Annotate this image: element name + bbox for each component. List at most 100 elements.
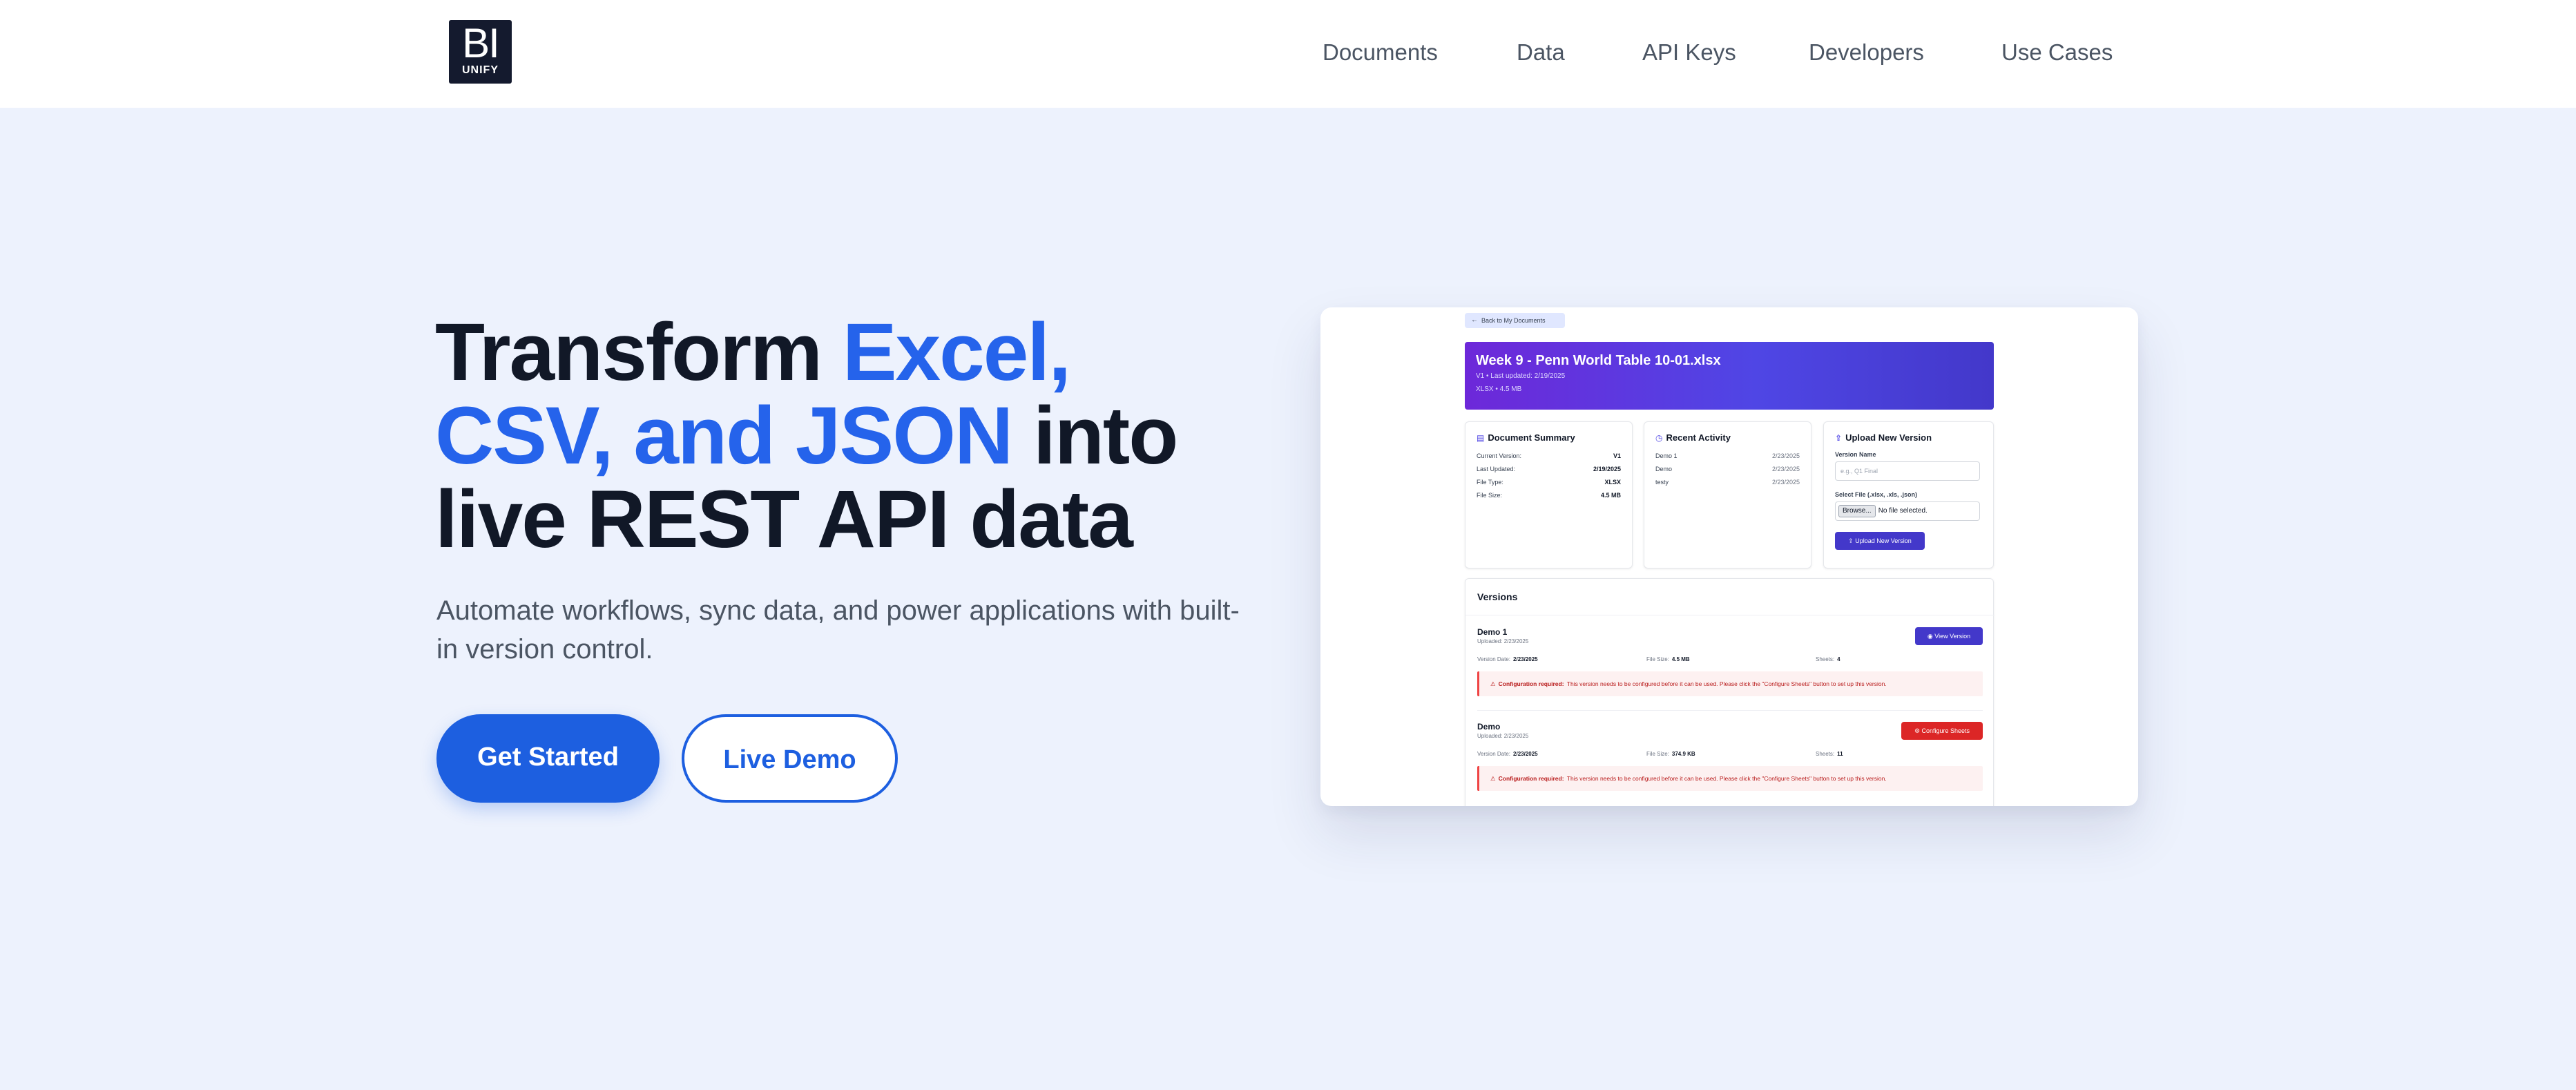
versions-title: Versions: [1477, 591, 1518, 602]
back-link-label: Back to My Documents: [1481, 317, 1546, 324]
live-demo-button[interactable]: Live Demo: [682, 714, 898, 803]
alert-text: This version needs to be configured befo…: [1566, 775, 1887, 782]
warning-icon: ⚠: [1490, 775, 1496, 782]
nav-api-keys[interactable]: API Keys: [1642, 37, 1736, 68]
top-navbar: BI UNIFY Documents Data API Keys Develop…: [0, 0, 2576, 108]
summary-value: 4.5 MB: [1600, 492, 1621, 499]
gear-icon: ⚙: [1914, 727, 1922, 734]
version-uploaded: Uploaded: 2/23/2025: [1477, 638, 1529, 644]
document-summary-card: ▤ Document Summary Current Version: V1 Las…: [1465, 421, 1633, 568]
hero-subtitle: Automate workflows, sync data, and power…: [436, 595, 1240, 664]
version-name: Demo: [1477, 722, 1501, 732]
version-uploaded: Uploaded: 2/23/2025: [1477, 733, 1529, 739]
summary-row: Current Version: V1: [1477, 450, 1621, 463]
file-size-label: File Size:: [1646, 751, 1669, 757]
get-started-button[interactable]: Get Started: [436, 714, 660, 803]
sheets-label: Sheets:: [1816, 751, 1835, 757]
version-row: Demo 1 Uploaded: 2/23/2025 ◉ View Versio…: [1477, 627, 1983, 717]
alert-title: Configuration required:: [1498, 680, 1564, 687]
summary-label: File Size:: [1477, 492, 1503, 499]
nav-developers[interactable]: Developers: [1809, 37, 1924, 68]
app-preview-screenshot: ← Back to My Documents Week 9 - Penn Wor…: [1320, 307, 2138, 806]
summary-label: File Type:: [1477, 479, 1503, 486]
sheets-stat: Sheets: 11: [1816, 751, 1843, 757]
view-version-label: View Version: [1934, 633, 1971, 640]
nav-data[interactable]: Data: [1517, 37, 1565, 68]
document-meta-type: XLSX • 4.5 MB: [1476, 385, 1522, 393]
sheets-label: Sheets:: [1816, 656, 1835, 662]
version-name: Demo 1: [1477, 627, 1508, 637]
activity-row: Demo 1 2/23/2025: [1655, 450, 1800, 463]
summary-value: V1: [1613, 452, 1621, 459]
view-version-button: ◉ View Version: [1915, 627, 1983, 645]
summary-label: Last Updated:: [1477, 466, 1516, 472]
nav-documents[interactable]: Documents: [1323, 37, 1438, 68]
version-date-value: 2/23/2025: [1513, 751, 1538, 757]
no-file-text: No file selected.: [1878, 507, 1928, 515]
document-header: Week 9 - Penn World Table 10-01.xlsx V1 …: [1465, 342, 1994, 410]
version-date-stat: Version Date: 2/23/2025: [1477, 656, 1538, 662]
versions-panel: Versions Demo 1 Uploaded: 2/23/2025 ◉ Vi…: [1465, 578, 1995, 806]
activity-date: 2/23/2025: [1771, 466, 1800, 472]
summary-row: File Size: 4.5 MB: [1477, 489, 1621, 502]
clock-icon: ◷: [1655, 433, 1663, 443]
upload-new-version-button: ⇪ Upload New Version: [1835, 532, 1925, 550]
file-size-value: 4.5 MB: [1671, 656, 1690, 662]
back-to-documents-link: ← Back to My Documents: [1465, 313, 1565, 328]
bi-unify-logo[interactable]: BI UNIFY: [449, 20, 512, 84]
summary-label: Current Version:: [1477, 452, 1522, 459]
sheets-value: 4: [1837, 656, 1840, 662]
recent-activity-card: ◷ Recent Activity Demo 1 2/23/2025 Demo 2/2…: [1644, 421, 1811, 568]
file-size-value: 374.9 KB: [1671, 751, 1695, 757]
version-date-value: 2/23/2025: [1513, 656, 1538, 662]
file-size-stat: File Size: 374.9 KB: [1646, 751, 1695, 757]
document-meta-version: V1 • Last updated: 2/19/2025: [1476, 372, 1566, 380]
eye-icon: ◉: [1927, 633, 1935, 640]
hero-title-part1: Transform: [435, 307, 843, 398]
upload-card-title: Upload New Version: [1845, 432, 1932, 443]
version-name-label: Version Name: [1835, 451, 1876, 458]
configuration-alert: ⚠ Configuration required: This version ne…: [1477, 766, 1983, 791]
version-date-label: Version Date:: [1477, 751, 1511, 757]
document-icon: ▤: [1477, 433, 1485, 443]
divider: [1477, 710, 1983, 711]
activity-row: testy 2/23/2025: [1655, 476, 1800, 489]
file-size-label: File Size:: [1646, 656, 1669, 662]
upload-icon: ⇪: [1835, 433, 1843, 443]
summary-row: Last Updated: 2/19/2025: [1477, 463, 1621, 476]
version-date-label: Version Date:: [1477, 656, 1511, 662]
upload-button-label: Upload New Version: [1855, 537, 1912, 544]
upload-icon: ⇪: [1848, 537, 1856, 544]
version-row: Demo Uploaded: 2/23/2025 ⚙ Configure She…: [1477, 722, 1983, 806]
logo-unify-text: UNIFY: [462, 64, 499, 76]
nav-use-cases[interactable]: Use Cases: [2001, 37, 2113, 68]
hero-title: Transform Excel, CSV, and JSON into live…: [435, 311, 1264, 562]
configure-sheets-button: ⚙ Configure Sheets: [1901, 722, 1983, 740]
sheets-value: 11: [1837, 751, 1843, 757]
summary-row: File Type: XLSX: [1477, 476, 1621, 489]
recent-activity-title: Recent Activity: [1666, 432, 1731, 443]
select-file-label: Select File (.xlsx, .xls, .json): [1835, 491, 1918, 498]
logo-bi-text: BI: [462, 20, 500, 66]
document-summary-title: Document Summary: [1488, 432, 1575, 443]
activity-date: 2/23/2025: [1771, 452, 1800, 459]
file-size-stat: File Size: 4.5 MB: [1646, 656, 1690, 662]
browse-button: Browse...: [1838, 505, 1876, 517]
activity-name: Demo 1: [1655, 452, 1678, 459]
file-input: Browse... No file selected.: [1835, 501, 1980, 521]
alert-title: Configuration required:: [1498, 775, 1564, 782]
activity-row: Demo 2/23/2025: [1655, 463, 1800, 476]
activity-name: testy: [1655, 479, 1669, 486]
summary-value: XLSX: [1604, 479, 1621, 486]
upload-version-card: ⇪ Upload New Version Version Name e.g., Q…: [1823, 421, 1994, 568]
arrow-left-icon: ←: [1471, 316, 1478, 324]
configure-sheets-label: Configure Sheets: [1921, 727, 1970, 734]
warning-icon: ⚠: [1490, 680, 1496, 687]
alert-text: This version needs to be configured befo…: [1566, 680, 1887, 687]
version-date-stat: Version Date: 2/23/2025: [1477, 751, 1538, 757]
summary-value: 2/19/2025: [1593, 466, 1621, 472]
activity-name: Demo: [1655, 466, 1673, 472]
configuration-alert: ⚠ Configuration required: This version ne…: [1477, 671, 1983, 696]
version-name-input: e.g., Q1 Final: [1835, 461, 1980, 481]
document-title: Week 9 - Penn World Table 10-01.xlsx: [1476, 353, 1721, 368]
